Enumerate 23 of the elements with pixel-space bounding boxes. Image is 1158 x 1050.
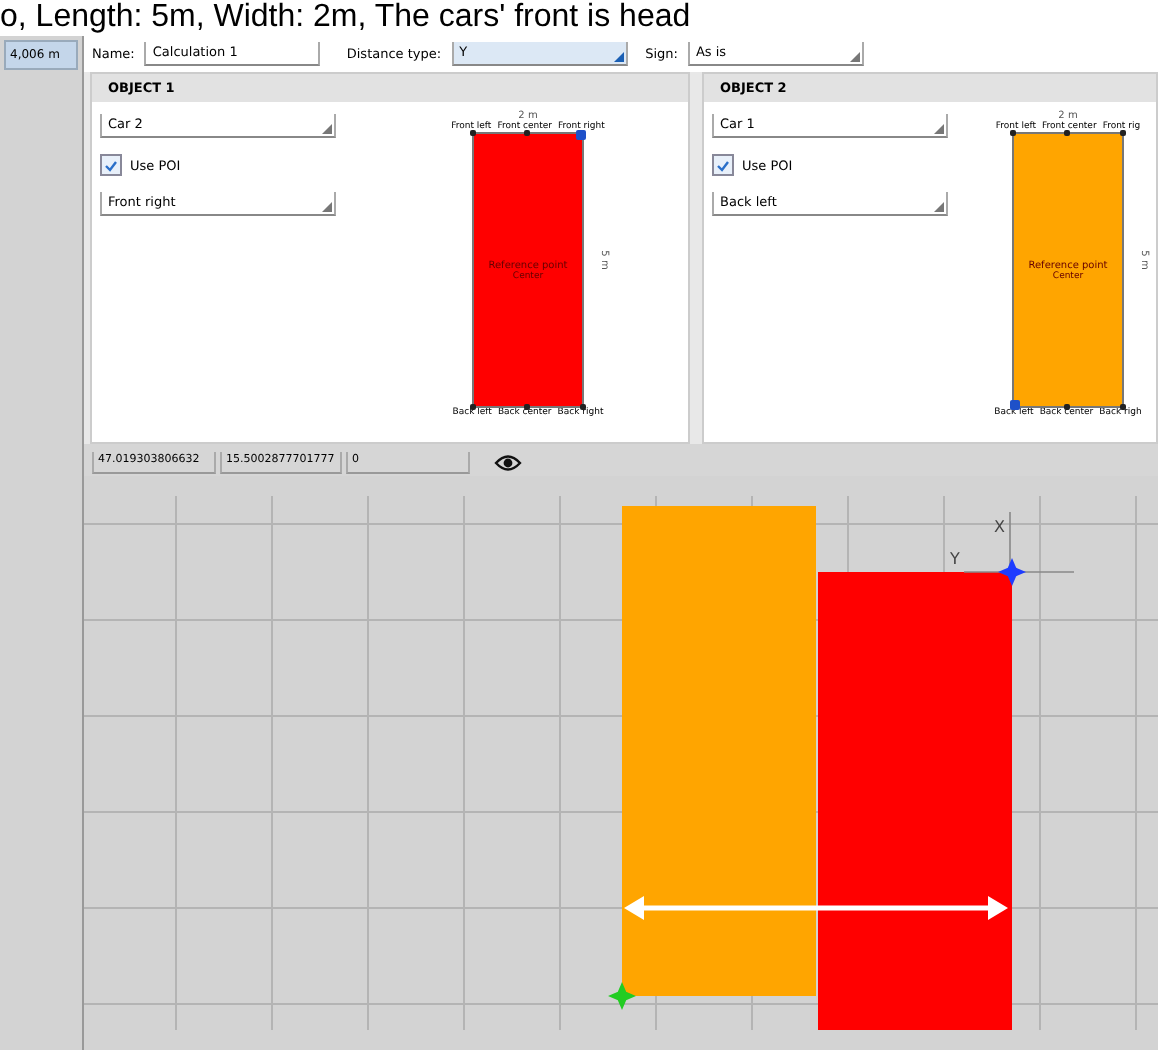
use-poi-checkbox[interactable]: [712, 154, 734, 176]
axes-drawing: [963, 511, 1075, 573]
anchor-point-marker[interactable]: [1064, 130, 1070, 136]
anchor-point-marker[interactable]: [1064, 404, 1070, 410]
eye-icon[interactable]: [494, 453, 522, 471]
anchor-point-marker[interactable]: [1010, 130, 1016, 136]
anchor-point-marker[interactable]: [580, 404, 586, 410]
check-icon: [716, 159, 730, 171]
anchor-point-marker[interactable]: [470, 404, 476, 410]
axis-label: Y: [950, 550, 960, 568]
anchor-point-marker[interactable]: [1120, 130, 1126, 136]
anchor-point-marker[interactable]: [998, 558, 1026, 586]
anchor-point-marker[interactable]: [608, 982, 636, 1010]
use-poi-checkbox[interactable]: [100, 154, 122, 176]
anchor-point-marker[interactable]: [470, 130, 476, 136]
axis-label: X: [994, 518, 1005, 536]
anchor-point-marker[interactable]: [1120, 404, 1126, 410]
anchor-point-marker[interactable]: [576, 130, 586, 140]
anchor-point-marker[interactable]: [1010, 400, 1020, 410]
check-icon: [104, 159, 118, 171]
anchor-point-marker[interactable]: [524, 130, 530, 136]
anchor-point-marker[interactable]: [524, 404, 530, 410]
caption-text: o, Length: 5m, Width: 2m, The cars' front is head: [0, 0, 693, 36]
